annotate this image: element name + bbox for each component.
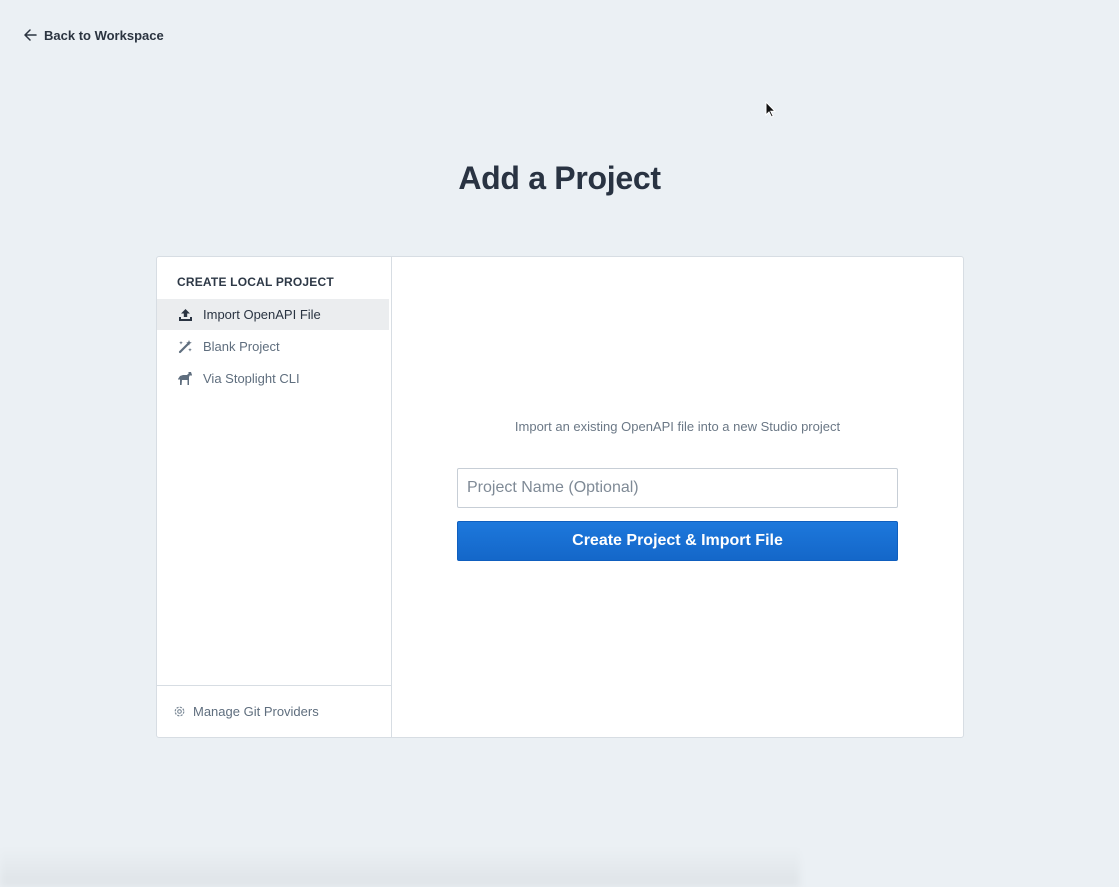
back-to-workspace-link[interactable]: Back to Workspace bbox=[24, 26, 164, 44]
sidebar: CREATE LOCAL PROJECT Import OpenAPI File bbox=[157, 257, 392, 737]
sidebar-heading: CREATE LOCAL PROJECT bbox=[177, 275, 334, 289]
magic-wand-icon bbox=[177, 339, 193, 355]
mouse-cursor-icon bbox=[765, 100, 777, 123]
back-link-label: Back to Workspace bbox=[44, 27, 164, 43]
arrow-left-icon bbox=[24, 29, 37, 41]
import-description: Import an existing OpenAPI file into a n… bbox=[514, 419, 841, 434]
create-project-import-button[interactable]: Create Project & Import File bbox=[457, 521, 898, 561]
import-openapi-content: Import an existing OpenAPI file into a n… bbox=[392, 257, 963, 737]
sidebar-item-import-openapi[interactable]: Import OpenAPI File bbox=[157, 299, 389, 330]
sidebar-item-label: Import OpenAPI File bbox=[203, 307, 321, 322]
project-type-list: Import OpenAPI File Blank Project Via St… bbox=[157, 299, 391, 395]
horse-icon bbox=[177, 371, 193, 387]
add-project-panel: CREATE LOCAL PROJECT Import OpenAPI File bbox=[156, 256, 964, 738]
sidebar-item-blank-project[interactable]: Blank Project bbox=[157, 331, 389, 362]
manage-git-providers-label: Manage Git Providers bbox=[193, 704, 319, 719]
sidebar-item-stoplight-cli[interactable]: Via Stoplight CLI bbox=[157, 363, 389, 394]
sidebar-item-label: Via Stoplight CLI bbox=[203, 371, 300, 386]
window-bottom-shadow bbox=[0, 847, 800, 887]
page-title: Add a Project bbox=[458, 160, 661, 196]
manage-git-providers-link[interactable]: Manage Git Providers bbox=[157, 685, 391, 737]
upload-icon bbox=[177, 307, 193, 323]
sidebar-item-label: Blank Project bbox=[203, 339, 280, 354]
project-name-input[interactable] bbox=[457, 468, 898, 508]
gear-icon bbox=[173, 705, 187, 719]
